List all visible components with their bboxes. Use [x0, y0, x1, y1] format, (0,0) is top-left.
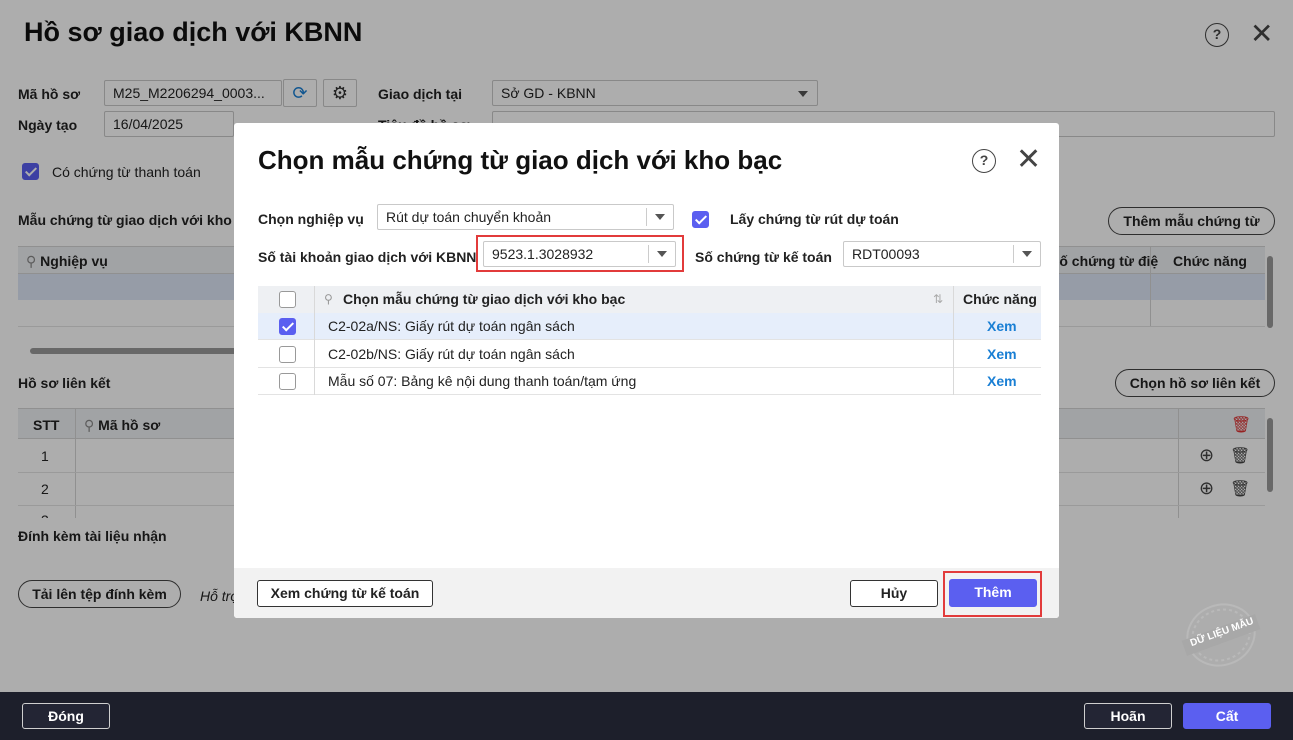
xem-chung-tu-button[interactable]: Xem chứng từ kế toán	[257, 580, 433, 607]
chon-mau-dialog: Chọn mẫu chứng từ giao dịch với kho bạc …	[234, 123, 1059, 618]
select-all-checkbox[interactable]	[279, 291, 296, 308]
dropdown-separator	[1013, 245, 1014, 263]
xem-link[interactable]: Xem	[987, 368, 1017, 395]
lay-chung-tu-label: Lấy chứng từ rút dự toán	[730, 211, 899, 227]
nghiep-vu-value: Rút dự toán chuyển khoản	[386, 209, 552, 225]
xem-link[interactable]: Xem	[987, 341, 1017, 368]
cat-button[interactable]: Cất	[1183, 703, 1271, 729]
col-header-action: Chức năng	[963, 291, 1037, 307]
row-name: Mẫu số 07: Bảng kê nội dung thanh toán/t…	[328, 373, 637, 389]
help-icon[interactable]: ?	[972, 149, 996, 173]
so-tk-label: Số tài khoản giao dịch với KBNN	[258, 249, 477, 265]
table-row[interactable]: C2-02b/NS: Giấy rút dự toán ngân sách Xe…	[258, 341, 1041, 368]
hoan-button[interactable]: Hoãn	[1084, 703, 1172, 729]
nghiep-vu-label: Chọn nghiệp vụ	[258, 211, 364, 227]
so-ct-label: Số chứng từ kế toán	[695, 249, 832, 265]
row-checkbox[interactable]	[279, 346, 296, 363]
dong-button[interactable]: Đóng	[22, 703, 110, 729]
so-tk-select[interactable]: 9523.1.3028932	[483, 241, 676, 267]
row-name: C2-02a/NS: Giấy rút dự toán ngân sách	[328, 318, 575, 334]
chevron-down-icon	[655, 214, 665, 220]
row-checkbox[interactable]	[279, 373, 296, 390]
table-col-divider	[953, 286, 954, 395]
dropdown-separator	[648, 245, 649, 263]
dialog-footer: Xem chứng từ kế toán Hủy Thêm	[234, 568, 1059, 618]
so-ct-select[interactable]: RDT00093	[843, 241, 1041, 267]
sample-data-stamp: DỮ LIỆU MẪU	[1178, 602, 1264, 668]
app-footer: Đóng Hoãn Cất	[0, 692, 1293, 740]
pin-icon: ⚲	[324, 292, 333, 306]
dropdown-separator	[646, 208, 647, 226]
table-row[interactable]: Mẫu số 07: Bảng kê nội dung thanh toán/t…	[258, 368, 1041, 395]
so-tk-value: 9523.1.3028932	[492, 246, 594, 262]
row-checkbox[interactable]	[279, 318, 296, 335]
nghiep-vu-select[interactable]: Rút dự toán chuyển khoản	[377, 204, 674, 230]
xem-link[interactable]: Xem	[987, 313, 1017, 340]
lay-chung-tu-checkbox[interactable]	[692, 211, 709, 228]
row-name: C2-02b/NS: Giấy rút dự toán ngân sách	[328, 346, 575, 362]
close-icon[interactable]: ✕	[1016, 145, 1041, 175]
chevron-down-icon	[1022, 251, 1032, 257]
so-ct-value: RDT00093	[852, 246, 920, 262]
table-col-divider	[314, 286, 315, 395]
table-row[interactable]: C2-02a/NS: Giấy rút dự toán ngân sách Xe…	[258, 313, 1041, 340]
col-header-name: Chọn mẫu chứng từ giao dịch với kho bạc	[343, 291, 626, 307]
chevron-down-icon	[657, 251, 667, 257]
sort-icon[interactable]: ⇅	[933, 286, 943, 313]
huy-button[interactable]: Hủy	[850, 580, 938, 607]
dialog-title: Chọn mẫu chứng từ giao dịch với kho bạc	[258, 145, 783, 175]
them-button[interactable]: Thêm	[949, 579, 1037, 607]
mau-table-header: ⚲ Chọn mẫu chứng từ giao dịch với kho bạ…	[258, 286, 1041, 313]
